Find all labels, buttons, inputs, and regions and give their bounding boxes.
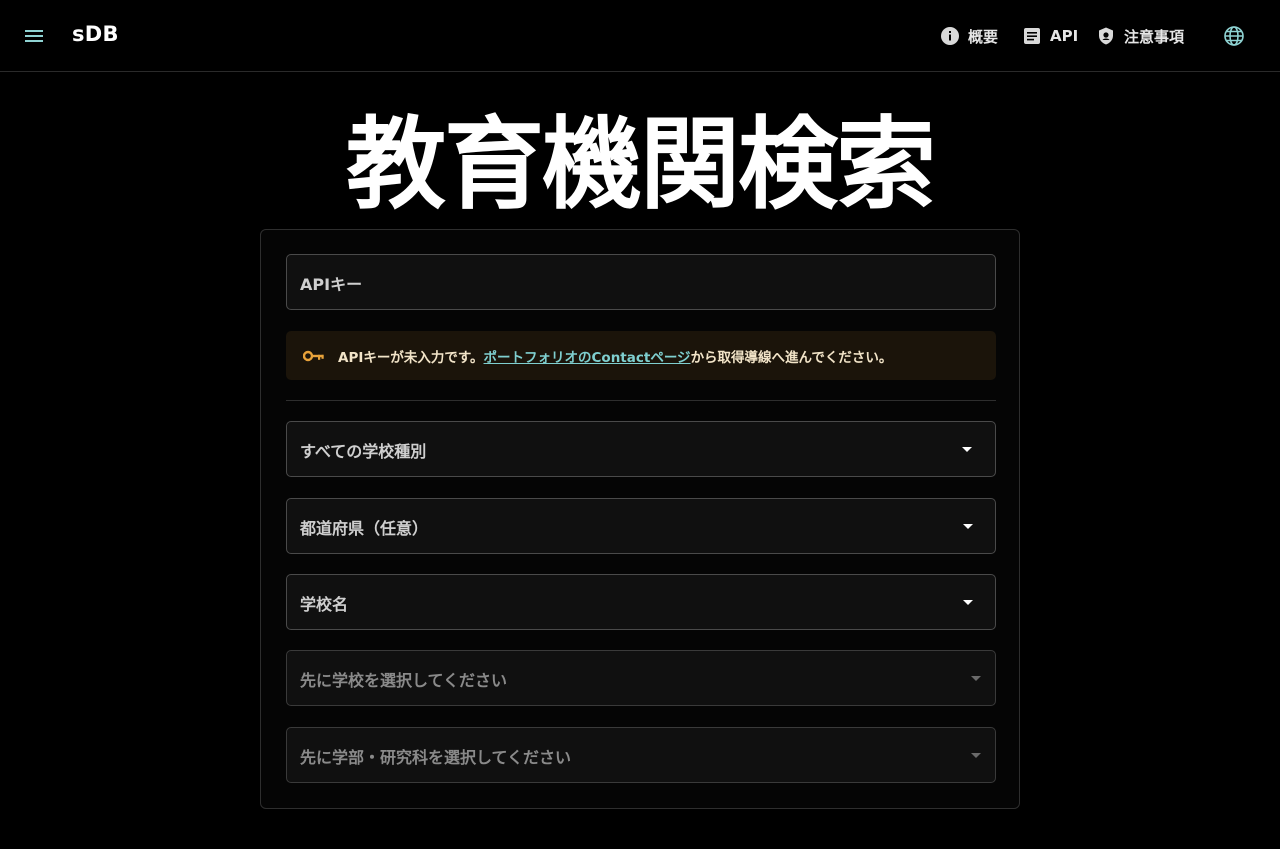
prefecture-label: 都道府県（任意）	[300, 519, 429, 538]
search-form-card: APIキー APIキーが未入力です。ポートフォリオのContactページから取得…	[260, 229, 1020, 809]
language-globe-icon[interactable]	[1223, 25, 1245, 47]
school-type-select[interactable]: すべての学校種別	[286, 421, 996, 477]
alert-suffix: から取得導線へ進んでください。	[690, 349, 893, 366]
prefecture-select[interactable]: 都道府県（任意）	[286, 498, 996, 554]
department-select: 先に学部・研究科を選択してください	[286, 727, 996, 783]
shield-icon	[1096, 26, 1116, 46]
dropdown-arrow-icon	[971, 676, 981, 681]
nav-overview[interactable]: 概要	[940, 24, 998, 48]
nav-api-label: API	[1050, 27, 1079, 45]
contact-page-link[interactable]: ポートフォリオのContactページ	[484, 350, 691, 366]
key-icon	[303, 350, 324, 361]
dropdown-arrow-icon	[963, 600, 973, 605]
dropdown-arrow-icon	[963, 524, 973, 529]
department-label: 先に学部・研究科を選択してください	[300, 748, 572, 767]
api-key-input[interactable]: APIキー	[286, 254, 996, 310]
api-key-label: APIキー	[300, 275, 363, 294]
alert-message: APIキーが未入力です。ポートフォリオのContactページから取得導線へ進んで…	[338, 346, 892, 366]
dropdown-arrow-icon	[971, 753, 981, 758]
nav-api[interactable]: API	[1022, 24, 1078, 48]
faculty-label: 先に学校を選択してください	[300, 671, 508, 690]
nav-overview-label: 概要	[968, 27, 999, 46]
info-icon	[940, 26, 960, 46]
nav-notes-label: 注意事項	[1124, 27, 1185, 46]
faculty-select: 先に学校を選択してください	[286, 650, 996, 706]
page-title: 教育機関検索	[346, 106, 936, 223]
school-name-select[interactable]: 学校名	[286, 574, 996, 630]
app-bar: sDB 概要 API 注意事項	[0, 0, 1280, 72]
school-name-label: 学校名	[300, 595, 349, 614]
alert-prefix: APIキーが未入力です。	[338, 349, 484, 366]
menu-icon[interactable]	[22, 24, 46, 48]
school-type-value: すべての学校種別	[300, 442, 427, 461]
divider	[286, 400, 996, 401]
document-icon	[1022, 26, 1042, 46]
dropdown-arrow-icon	[962, 447, 972, 452]
brand-logo[interactable]: sDB	[72, 22, 119, 46]
api-key-warning-alert: APIキーが未入力です。ポートフォリオのContactページから取得導線へ進んで…	[286, 331, 996, 380]
nav-notes[interactable]: 注意事項	[1096, 24, 1184, 48]
